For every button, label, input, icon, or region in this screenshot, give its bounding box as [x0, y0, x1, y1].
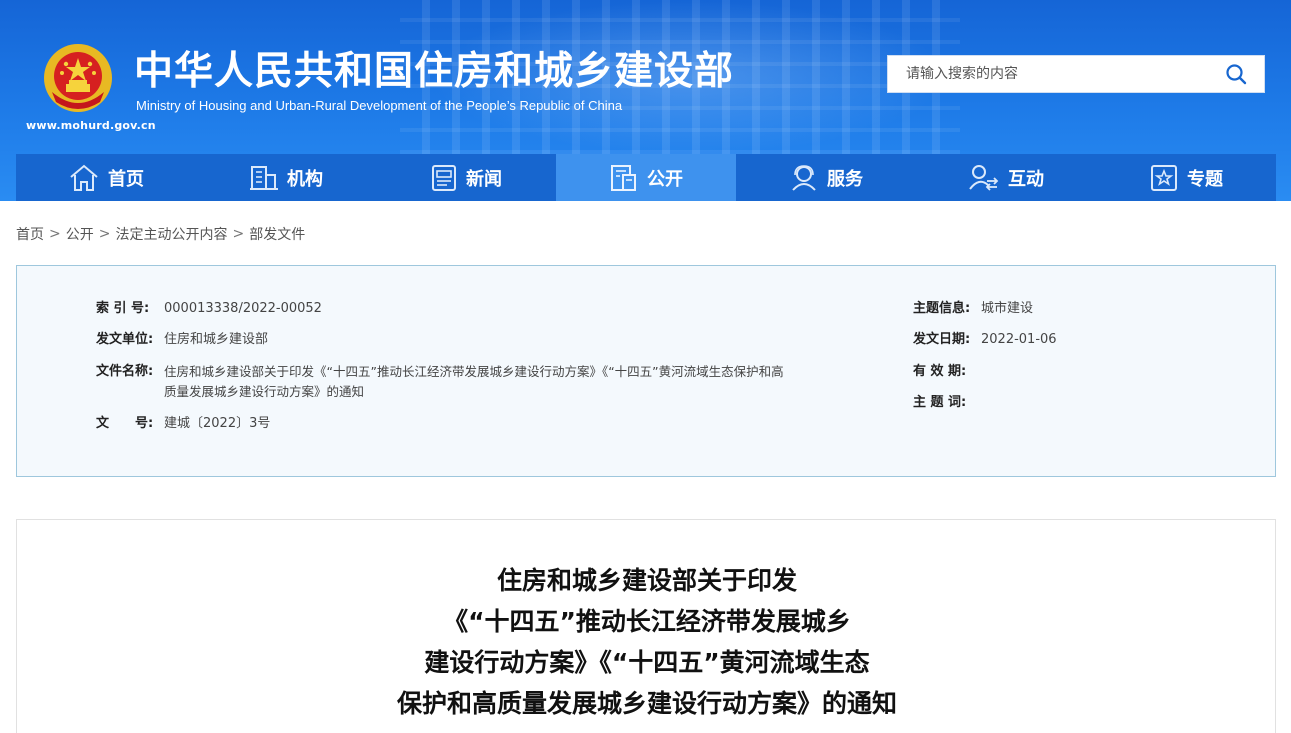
search-box	[887, 55, 1265, 93]
article-body: 住房和城乡建设部关于印发 《“十四五”推动长江经济带发展城乡 建设行动方案》《“…	[16, 519, 1276, 733]
main-nav: 首页 机构 新闻 公开 服务 互动 专题	[16, 154, 1276, 201]
info-issuer-value: 住房和城乡建设部	[164, 332, 269, 347]
article-title-line: 住房和城乡建设部关于印发	[496, 566, 797, 595]
nav-item-services[interactable]: 服务	[736, 154, 916, 201]
info-topic-value: 城市建设	[981, 301, 1034, 316]
info-topic-label: 主题信息:	[913, 301, 971, 316]
breadcrumb-open[interactable]: 公开	[66, 224, 94, 244]
nav-label-institutions: 机构	[287, 168, 323, 190]
info-docno-row: 文 号: 建城〔2022〕3号	[96, 414, 270, 434]
info-docno-value: 建城〔2022〕3号	[164, 416, 271, 431]
interact-icon	[969, 164, 999, 191]
breadcrumb-ministry-documents[interactable]: 部发文件	[249, 224, 305, 244]
nav-item-interaction[interactable]: 互动	[916, 154, 1096, 201]
info-date-value: 2022-01-06	[981, 332, 1057, 347]
info-filename-line1: 住房和城乡建设部关于印发《“十四五”推动长江经济带发展城乡建设行动方案》《“十四…	[164, 364, 784, 379]
nav-label-topics: 专题	[1187, 168, 1223, 190]
info-validity-label: 有 效 期:	[913, 364, 967, 379]
breadcrumb-statutory-disclosure[interactable]: 法定主动公开内容	[115, 224, 227, 244]
search-icon	[1226, 64, 1247, 85]
article-title-line: 《“十四五”推动长江经济带发展城乡	[443, 607, 851, 636]
info-keywords-label: 主 题 词:	[913, 395, 967, 410]
nav-label-services: 服务	[827, 168, 863, 190]
info-date-label: 发文日期:	[913, 332, 971, 347]
nav-item-news[interactable]: 新闻	[376, 154, 556, 201]
search-button[interactable]	[1208, 56, 1264, 92]
article-title-line: 建设行动方案》《“十四五”黄河流域生态	[424, 648, 870, 677]
building-icon	[250, 165, 278, 190]
breadcrumb-separator: >	[49, 226, 61, 242]
info-filename-value: 住房和城乡建设部关于印发《“十四五”推动长江经济带发展城乡建设行动方案》《“十四…	[164, 362, 879, 402]
info-keywords-row: 主 题 词:	[913, 393, 981, 413]
info-index-value: 000013338/2022-00052	[164, 301, 322, 316]
breadcrumb: 首页 > 公开 > 法定主动公开内容 > 部发文件	[16, 224, 305, 244]
star-icon	[1151, 164, 1177, 191]
nav-label-open: 公开	[647, 168, 683, 190]
info-filename-row: 文件名称: 住房和城乡建设部关于印发《“十四五”推动长江经济带发展城乡建设行动方…	[96, 362, 879, 402]
nav-item-institutions[interactable]: 机构	[196, 154, 376, 201]
site-subtitle: Ministry of Housing and Urban-Rural Deve…	[136, 98, 623, 113]
info-date-row: 发文日期: 2022-01-06	[913, 330, 1057, 350]
info-index-row: 索 引 号: 000013338/2022-00052	[96, 299, 322, 319]
info-topic-row: 主题信息: 城市建设	[913, 299, 1033, 319]
site-title[interactable]: 中华人民共和国住房和城乡建设部	[134, 48, 734, 96]
document-info-panel: 索 引 号: 000013338/2022-00052 发文单位: 住房和城乡建…	[16, 265, 1276, 477]
info-validity-row: 有 效 期:	[913, 362, 981, 382]
service-icon	[792, 164, 816, 191]
nav-label-news: 新闻	[466, 168, 502, 190]
search-input[interactable]	[888, 56, 1208, 92]
info-docno-label: 文 号:	[96, 416, 154, 431]
newspaper-icon	[432, 164, 456, 191]
info-filename-line2: 质量发展城乡建设行动方案》的通知	[164, 384, 365, 399]
info-issuer-label: 发文单位:	[96, 332, 154, 347]
site-url: www.mohurd.gov.cn	[26, 119, 156, 132]
breadcrumb-home[interactable]: 首页	[16, 224, 44, 244]
nav-label-home: 首页	[108, 168, 144, 190]
nav-label-interaction: 互动	[1008, 168, 1044, 190]
info-filename-label: 文件名称:	[96, 364, 154, 379]
breadcrumb-separator: >	[232, 226, 245, 242]
nav-item-open[interactable]: 公开	[556, 154, 736, 201]
article-title: 住房和城乡建设部关于印发 《“十四五”推动长江经济带发展城乡 建设行动方案》《“…	[17, 560, 1277, 724]
article-title-line: 保护和高质量发展城乡建设行动方案》的通知	[396, 689, 897, 718]
document-icon	[611, 164, 636, 191]
nav-item-home[interactable]: 首页	[16, 154, 196, 201]
info-issuer-row: 发文单位: 住房和城乡建设部	[96, 330, 268, 350]
home-icon	[70, 164, 98, 191]
info-index-label: 索 引 号:	[96, 301, 150, 316]
national-emblem-icon[interactable]	[42, 42, 114, 114]
nav-item-topics[interactable]: 专题	[1096, 154, 1276, 201]
breadcrumb-separator: >	[98, 226, 111, 242]
